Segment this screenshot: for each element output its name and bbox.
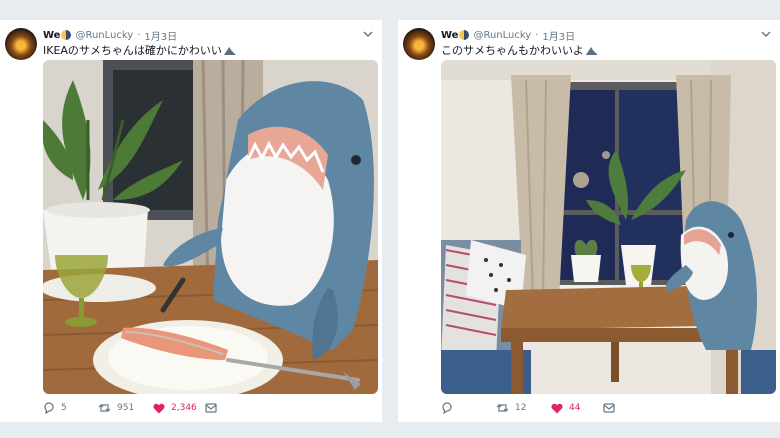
moon-icon (61, 30, 72, 40)
user-handle[interactable]: @RunLucky (75, 30, 133, 41)
tweet-text: このサメちゃんもかわいいよ (441, 42, 598, 58)
shark-plush-dining-photo (43, 60, 378, 394)
display-name[interactable]: We (43, 30, 60, 41)
message-icon (205, 403, 217, 413)
tweet-feed: We @RunLucky · 1月3日 IKEAのサメちゃんは確かにかわいい 5… (0, 0, 780, 438)
shark-fin-icon (585, 47, 598, 55)
separator: · (535, 29, 539, 41)
message-icon (603, 403, 615, 413)
heart-icon (153, 403, 165, 413)
retweet-count: 12 (515, 403, 527, 413)
tweet-text-content: IKEAのサメちゃんは確かにかわいい (43, 44, 222, 57)
retweet-count: 951 (117, 403, 135, 413)
tweet-text: IKEAのサメちゃんは確かにかわいい (43, 42, 236, 58)
like-button[interactable]: 2,346 (153, 403, 205, 414)
tweet-text-content: このサメちゃんもかわいいよ (441, 44, 584, 57)
user-handle[interactable]: @RunLucky (473, 30, 531, 41)
tweet-actions: 12 44 (441, 401, 621, 415)
heart-icon (551, 403, 563, 413)
reply-icon (442, 402, 452, 414)
tweet-card[interactable]: We @RunLucky · 1月3日 このサメちゃんもかわいいよ 12 44 (398, 20, 780, 422)
reply-button[interactable]: 5 (43, 402, 98, 414)
retweet-button[interactable]: 12 (496, 402, 551, 414)
message-button[interactable] (603, 403, 621, 413)
tweet-date[interactable]: 1月3日 (542, 28, 575, 43)
chevron-down-icon[interactable] (362, 28, 374, 40)
like-count: 44 (569, 403, 581, 413)
retweet-icon (496, 404, 509, 412)
avatar[interactable] (403, 28, 435, 60)
moon-icon (459, 30, 470, 40)
reply-button[interactable] (441, 402, 496, 414)
like-button[interactable]: 44 (551, 403, 603, 414)
display-name[interactable]: We (441, 30, 458, 41)
tweet-photo[interactable] (43, 60, 378, 394)
tweet-photo[interactable] (441, 60, 776, 394)
tweet-header: We @RunLucky · 1月3日 (441, 27, 575, 43)
avatar[interactable] (5, 28, 37, 60)
like-count: 2,346 (171, 403, 197, 413)
reply-icon (44, 402, 54, 414)
separator: · (137, 29, 141, 41)
tweet-date[interactable]: 1月3日 (144, 28, 177, 43)
retweet-button[interactable]: 951 (98, 402, 153, 414)
shark-fin-icon (223, 47, 236, 55)
tweet-header: We @RunLucky · 1月3日 (43, 27, 177, 43)
shark-plush-room-photo (441, 60, 776, 394)
reply-count: 5 (61, 403, 67, 413)
retweet-icon (98, 404, 111, 412)
chevron-down-icon[interactable] (760, 28, 772, 40)
message-button[interactable] (205, 403, 223, 413)
tweet-actions: 5 951 2,346 (43, 401, 223, 415)
tweet-card[interactable]: We @RunLucky · 1月3日 IKEAのサメちゃんは確かにかわいい 5… (0, 20, 382, 422)
